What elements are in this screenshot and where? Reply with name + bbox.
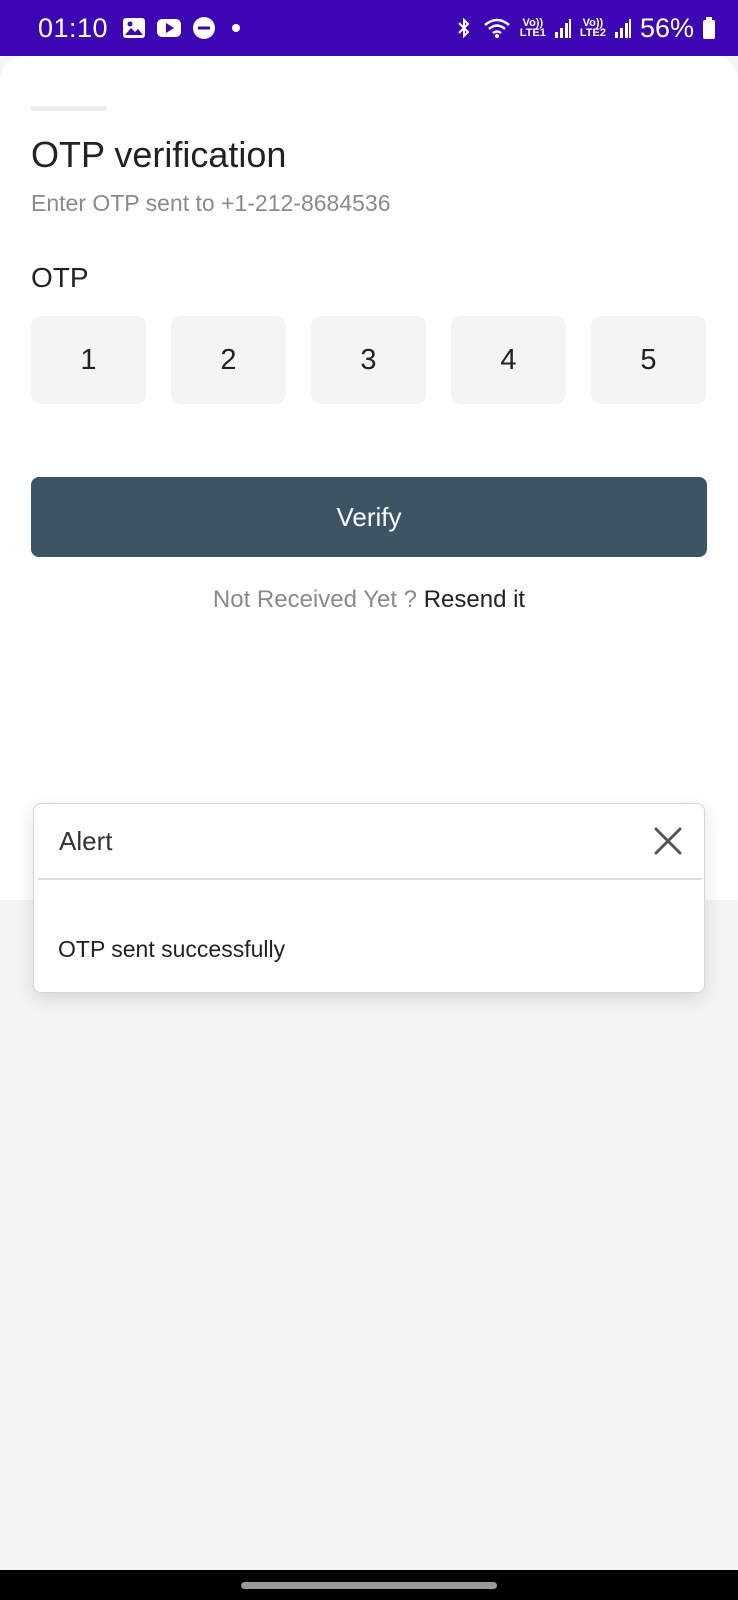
- verify-button[interactable]: Verify: [31, 477, 707, 557]
- close-icon[interactable]: [650, 823, 686, 859]
- home-indicator[interactable]: [241, 1581, 497, 1589]
- alert-title: Alert: [59, 825, 113, 856]
- otp-label: OTP: [31, 262, 89, 293]
- signal-icon: [614, 17, 632, 39]
- status-bar-right: Vo)) LTE1 Vo)) LTE2 56%: [454, 13, 716, 44]
- otp-sheet: OTP verification Enter OTP sent to +1-21…: [0, 56, 738, 900]
- otp-input-row: 1 2 3 4 5: [31, 316, 706, 404]
- status-bar-left: 01:10: [38, 13, 246, 44]
- sim2-bottom: LTE2: [579, 27, 606, 39]
- resend-prefix: Not Received Yet ?: [212, 586, 418, 613]
- drag-handle[interactable]: [31, 106, 107, 111]
- otp-digit-4[interactable]: 4: [451, 316, 566, 404]
- system-nav-bar: [0, 1570, 738, 1600]
- battery-icon: [702, 16, 716, 40]
- alert-dialog: Alert OTP sent successfully: [33, 803, 705, 993]
- signal-icon: [554, 17, 572, 39]
- dot-icon: [226, 16, 246, 40]
- resend-line: Not Received Yet ? Resend it: [0, 586, 738, 614]
- status-time: 01:10: [38, 12, 109, 43]
- status-bar: 01:10 Vo)) LTE1 Vo)) LTE2 56%: [0, 0, 738, 56]
- battery-percent: 56%: [639, 12, 694, 43]
- sim1-bottom: LTE1: [519, 27, 546, 39]
- sim1-label: Vo)) LTE1: [519, 18, 546, 39]
- alert-header: Alert: [34, 804, 704, 878]
- otp-digit-2[interactable]: 2: [171, 316, 286, 404]
- alert-divider: [38, 878, 702, 880]
- gallery-icon: [122, 17, 146, 39]
- otp-digit-3[interactable]: 3: [311, 316, 426, 404]
- bluetooth-icon: [454, 16, 474, 40]
- otp-digit-5[interactable]: 5: [591, 316, 706, 404]
- page-subtitle: Enter OTP sent to +1-212-8684536: [31, 190, 391, 216]
- alert-message: OTP sent successfully: [58, 936, 286, 962]
- youtube-icon: [156, 17, 182, 39]
- dnd-icon: [192, 16, 216, 40]
- wifi-icon: [482, 16, 512, 40]
- resend-link[interactable]: Resend it: [424, 586, 525, 613]
- otp-digit-1[interactable]: 1: [31, 316, 146, 404]
- sim2-label: Vo)) LTE2: [579, 18, 606, 39]
- page-title: OTP verification: [31, 134, 287, 175]
